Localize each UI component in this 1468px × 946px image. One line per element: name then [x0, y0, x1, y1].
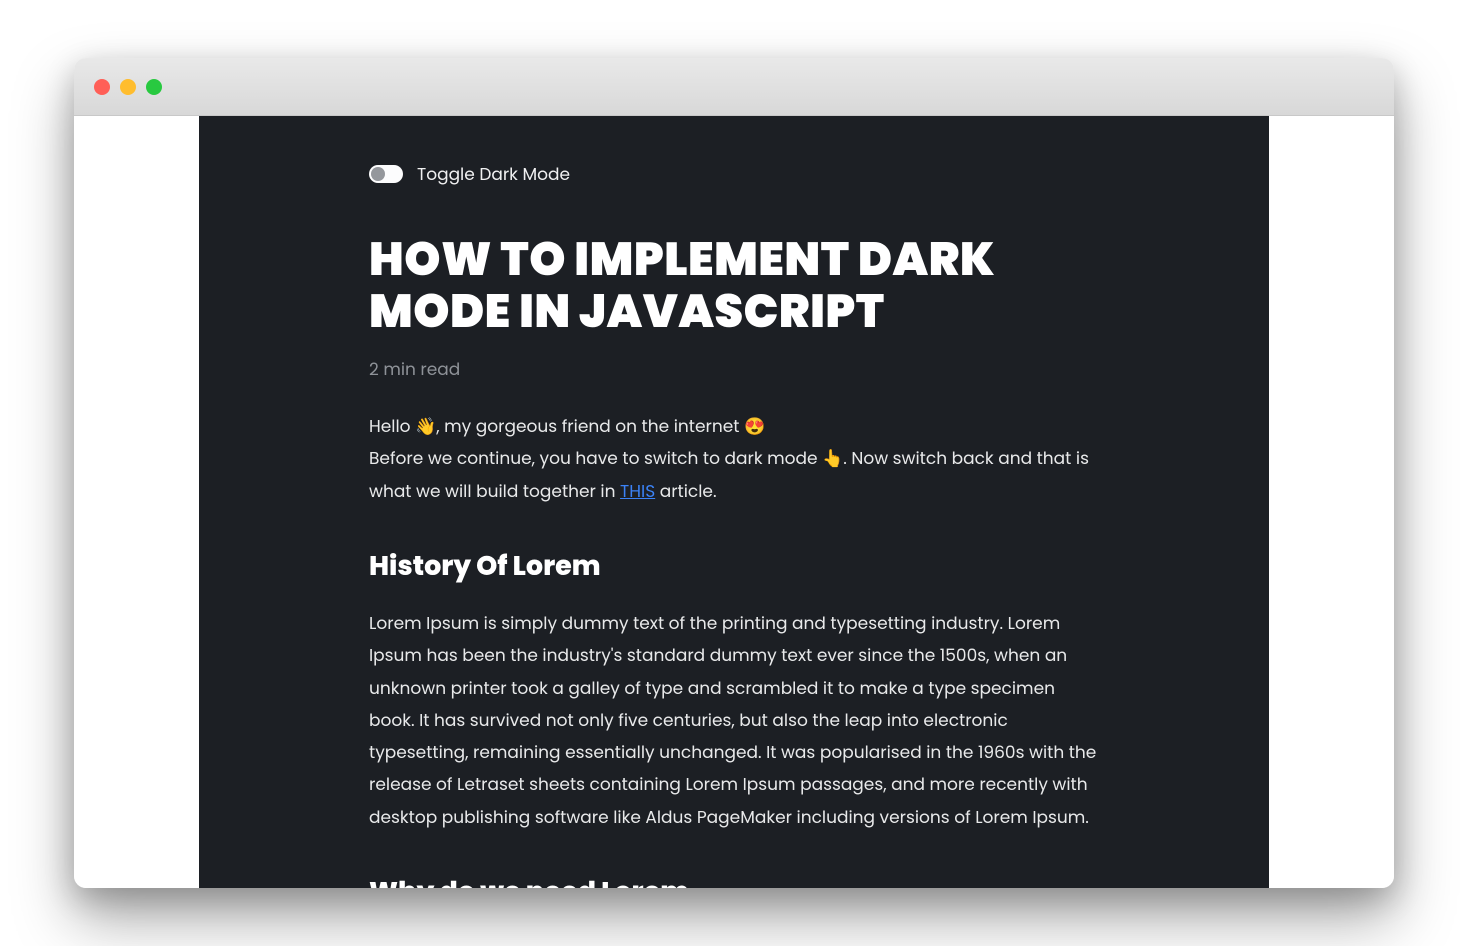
window-minimize-button[interactable]: [120, 79, 136, 95]
dark-mode-toggle[interactable]: [369, 165, 403, 183]
window-maximize-button[interactable]: [146, 79, 162, 95]
article-page: Toggle Dark Mode HOW TO IMPLEMENT DARK M…: [199, 116, 1269, 888]
intro-line-2a: Before we continue, you have to switch t…: [369, 446, 1089, 502]
window-titlebar: [74, 58, 1394, 116]
toggle-knob-icon: [371, 167, 385, 181]
intro-line-2b: article.: [655, 479, 716, 503]
article-intro: Hello 👋, my gorgeous friend on the inter…: [369, 410, 1099, 507]
scroll-area[interactable]: Toggle Dark Mode HOW TO IMPLEMENT DARK M…: [74, 116, 1394, 888]
dark-mode-toggle-label: Toggle Dark Mode: [417, 161, 570, 187]
viewport: Toggle Dark Mode HOW TO IMPLEMENT DARK M…: [74, 116, 1394, 888]
intro-line-1: Hello 👋, my gorgeous friend on the inter…: [369, 414, 765, 438]
dark-mode-toggle-row: Toggle Dark Mode: [369, 161, 1099, 187]
section-heading-why: Why do we need Lorem: [369, 873, 1099, 888]
read-time: 2 min read: [369, 356, 1099, 382]
intro-link[interactable]: THIS: [620, 479, 655, 503]
browser-window: Toggle Dark Mode HOW TO IMPLEMENT DARK M…: [74, 58, 1394, 888]
window-close-button[interactable]: [94, 79, 110, 95]
article-title: HOW TO IMPLEMENT DARK MODE IN JAVASCRIPT: [369, 235, 1099, 338]
section-heading-history: History Of Lorem: [369, 547, 1099, 587]
section-body-history: Lorem Ipsum is simply dummy text of the …: [369, 607, 1099, 833]
